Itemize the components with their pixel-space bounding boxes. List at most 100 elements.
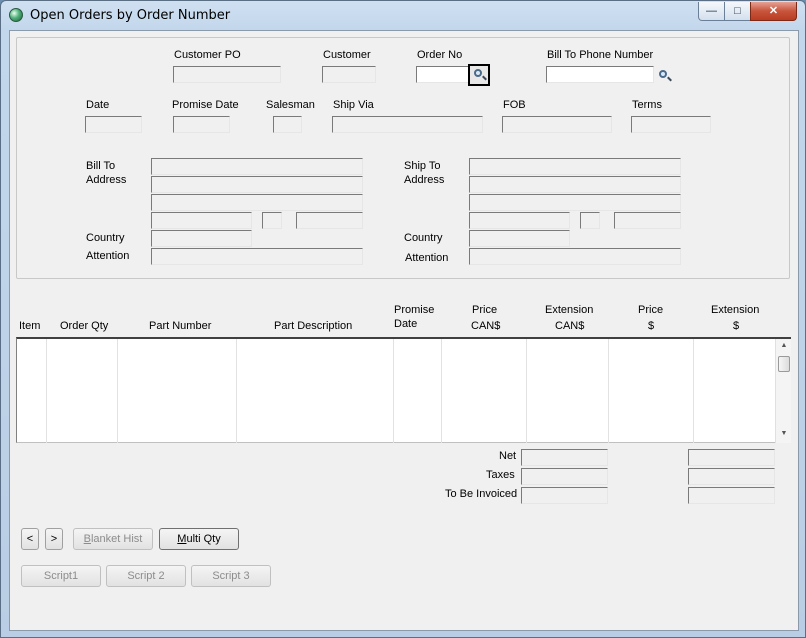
ship-to-postal-field[interactable] [614,212,681,229]
customer-po-field[interactable] [173,66,281,83]
taxes-label: Taxes [486,469,515,481]
main-window: Open Orders by Order Number — □ ✕ Custom… [0,0,806,638]
prev-record-button[interactable]: < [21,528,39,550]
bill-to-attention-field[interactable] [151,248,363,265]
date-label: Date [86,99,110,111]
terms-field[interactable] [631,116,711,133]
bill-to-phone-field[interactable] [546,66,654,83]
col-order-qty-header[interactable]: Order Qty [60,320,108,332]
ship-to-country-field[interactable] [469,230,570,247]
grid-col-item[interactable] [17,339,47,443]
col-ext-usd-header-top[interactable]: Extension [711,304,759,316]
multi-qty-button[interactable]: Multi Qty [159,528,239,550]
terms-label: Terms [632,99,662,111]
col-ext-usd-header-bottom[interactable]: $ [733,320,739,332]
ship-to-address-line1[interactable] [469,158,681,175]
ship-to-province-field[interactable] [580,212,600,229]
scroll-up-arrow-icon[interactable]: ▲ [776,342,792,349]
date-field[interactable] [85,116,142,133]
ship-to-attention-field[interactable] [469,248,681,265]
order-no-field[interactable] [416,66,470,83]
bill-to-address-line2[interactable] [151,176,363,193]
close-button[interactable]: ✕ [750,2,797,21]
col-price-cad-header-bottom[interactable]: CAN$ [471,320,500,332]
bill-to-country-field[interactable] [151,230,252,247]
promise-date-label: Promise Date [172,99,239,111]
col-promise-date-header-top[interactable]: Promise [394,304,434,316]
next-record-button[interactable]: > [45,528,63,550]
grid-col-order-qty[interactable] [47,339,118,443]
col-ext-cad-header-top[interactable]: Extension [545,304,593,316]
grid-col-part-number[interactable] [118,339,237,443]
fob-field[interactable] [502,116,612,133]
col-price-usd-header-top[interactable]: Price [638,304,663,316]
net-usd-field [688,449,775,466]
customer-field[interactable] [322,66,376,83]
grid-col-price-cad[interactable] [442,339,527,443]
magnifier-icon [474,69,482,77]
window-title: Open Orders by Order Number [30,8,231,23]
bill-to-address-line1[interactable] [151,158,363,175]
to-be-invoiced-label: To Be Invoiced [445,488,518,500]
ship-to-city-field[interactable] [469,212,570,229]
col-promise-date-header-bottom[interactable]: Date [394,318,417,330]
ship-to-label: Ship To [404,160,441,172]
grid-col-price-usd[interactable] [609,339,694,443]
multi-qty-label: ulti Qty [186,533,221,545]
col-part-description-header[interactable]: Part Description [274,320,352,332]
net-cad-field [521,449,608,466]
bill-to-phone-label: Bill To Phone Number [547,49,654,61]
promise-date-field[interactable] [173,116,230,133]
order-lines-grid[interactable]: ▲ ▼ [16,337,791,443]
col-ext-cad-header-bottom[interactable]: CAN$ [555,320,584,332]
blanket-hist-button[interactable]: Blanket Hist [73,528,153,550]
to-be-invoiced-usd-field [688,487,775,504]
bill-to-postal-field[interactable] [296,212,363,229]
bill-to-city-field[interactable] [151,212,252,229]
net-label: Net [499,450,517,462]
grid-col-part-description[interactable] [237,339,394,443]
to-be-invoiced-cad-field [521,487,608,504]
blanket-hist-label: lanket Hist [90,533,143,545]
customer-label: Customer [323,49,371,61]
script1-button[interactable]: Script1 [21,565,101,587]
col-price-usd-header-bottom[interactable]: $ [648,320,654,332]
magnifier-icon[interactable] [659,70,667,78]
col-price-cad-header-top[interactable]: Price [472,304,497,316]
scroll-thumb[interactable] [778,356,790,372]
ship-via-field[interactable] [332,116,483,133]
salesman-label: Salesman [266,99,315,111]
customer-po-label: Customer PO [174,49,241,61]
app-globe-icon [9,8,23,22]
grid-col-promise-date[interactable] [394,339,442,443]
form-client-area: Customer PO Customer Order No Bill To Ph… [9,30,799,631]
title-bar[interactable]: Open Orders by Order Number — □ ✕ [1,1,805,29]
bill-to-province-field[interactable] [262,212,282,229]
ship-to-address-label: Address [404,174,445,186]
taxes-usd-field [688,468,775,485]
grid-vertical-scrollbar[interactable]: ▲ ▼ [775,339,791,443]
col-item-header[interactable]: Item [19,320,40,332]
bill-to-address-line3[interactable] [151,194,363,211]
script3-button[interactable]: Script 3 [191,565,271,587]
bill-to-address-label: Address [86,174,127,186]
order-no-lookup-button[interactable] [468,64,490,86]
maximize-button[interactable]: □ [724,2,751,21]
ship-via-label: Ship Via [333,99,374,111]
col-part-number-header[interactable]: Part Number [149,320,211,332]
ship-to-country-label: Country [404,232,443,244]
bill-to-label: Bill To [86,160,116,172]
bill-to-country-label: Country [86,232,125,244]
taxes-cad-field [521,468,608,485]
ship-to-attention-label: Attention [405,252,449,264]
bill-to-attention-label: Attention [86,250,130,262]
script2-button[interactable]: Script 2 [106,565,186,587]
ship-to-address-line3[interactable] [469,194,681,211]
grid-col-ext-cad[interactable] [527,339,609,443]
minimize-button[interactable]: — [698,2,725,21]
ship-to-address-line2[interactable] [469,176,681,193]
blanket-hist-accel: B [83,533,91,545]
scroll-down-arrow-icon[interactable]: ▼ [776,430,792,437]
salesman-field[interactable] [273,116,302,133]
grid-col-ext-usd[interactable] [694,339,775,443]
